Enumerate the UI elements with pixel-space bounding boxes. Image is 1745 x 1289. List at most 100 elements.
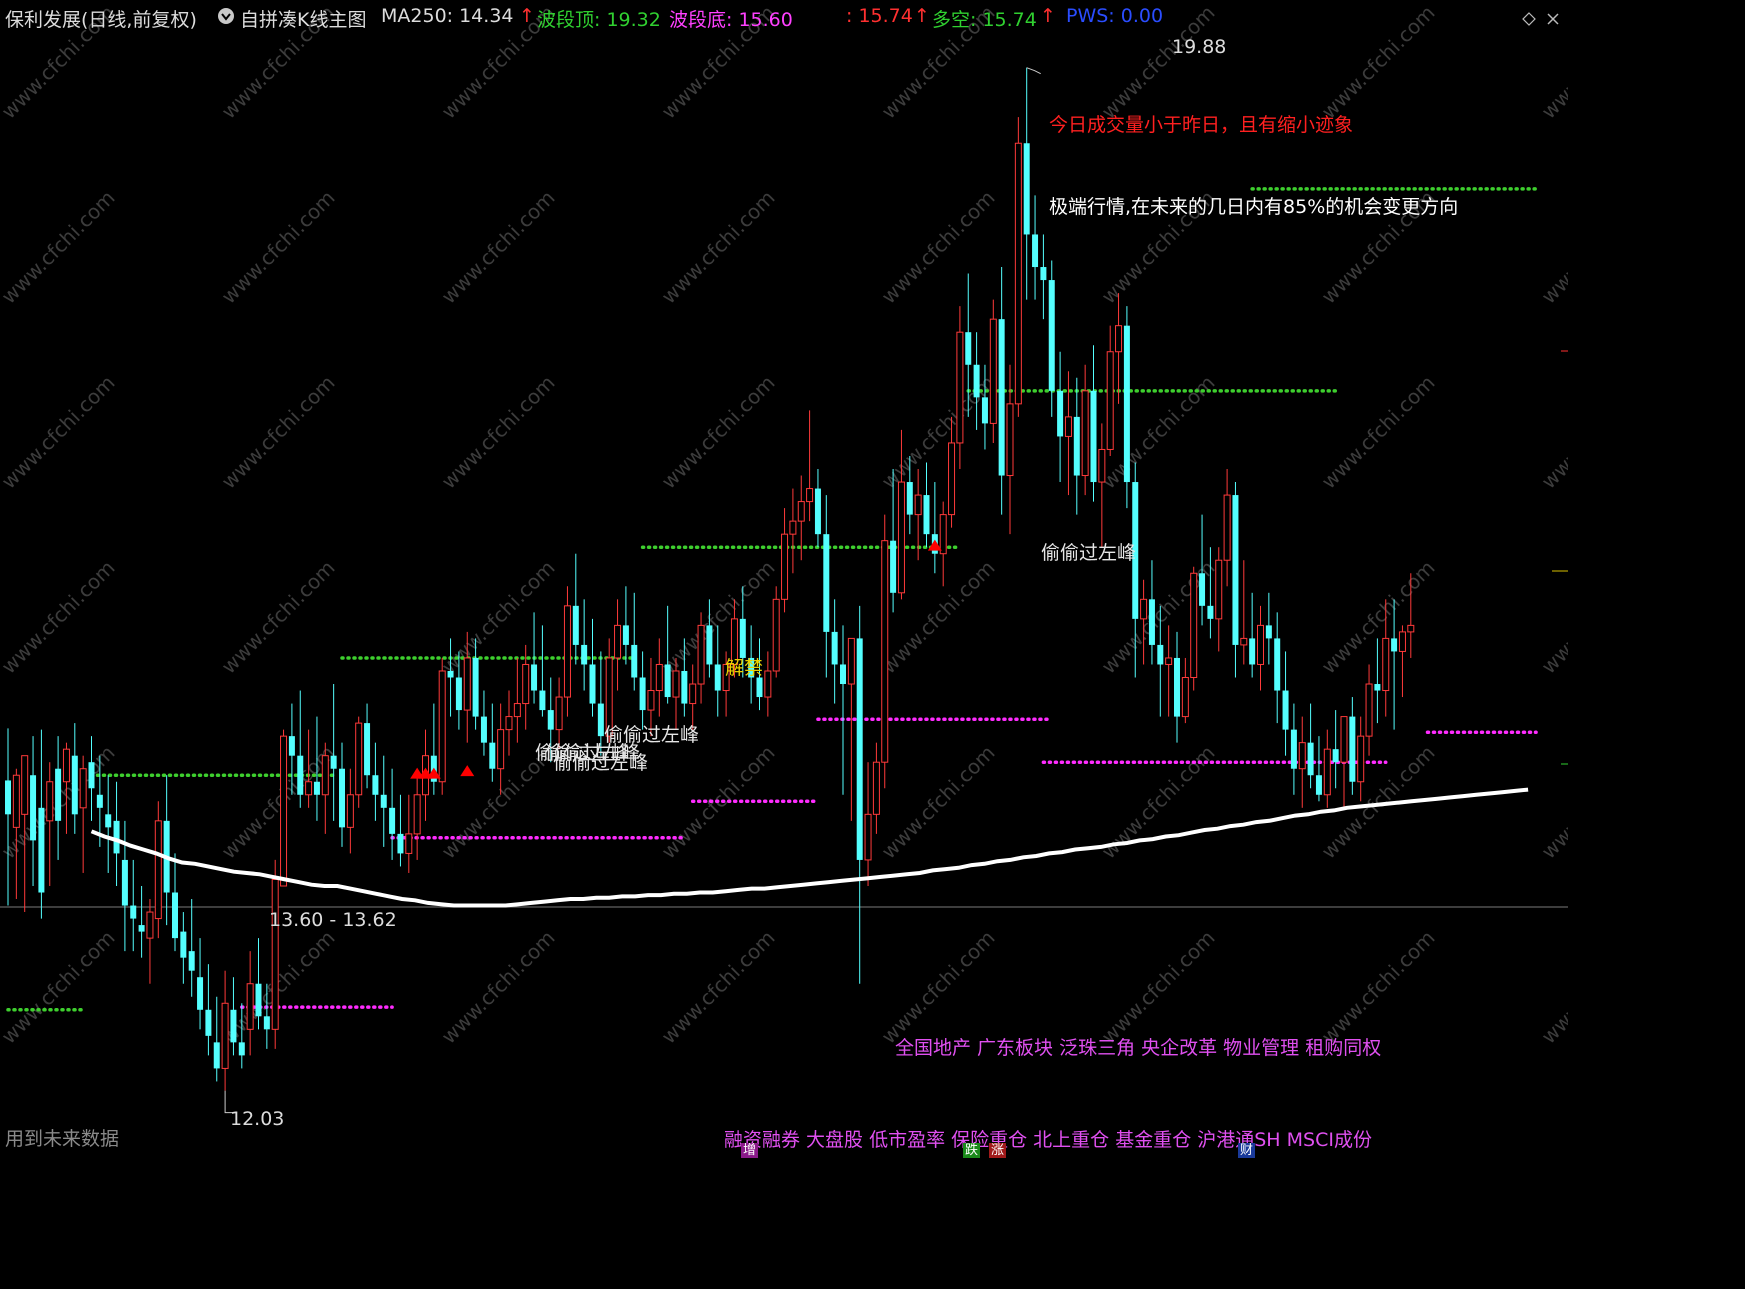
candle-down: [998, 267, 1005, 515]
candle-down: [823, 495, 830, 678]
watermark-text: www.cfchi.com: [1537, 186, 1568, 309]
candle-body: [981, 397, 988, 424]
candle-up: [246, 951, 254, 1056]
steal-peak-label: 偷偷过左峰: [1041, 542, 1137, 564]
close-icon[interactable]: [1546, 9, 1560, 31]
candle-body: [455, 677, 462, 711]
candle-body: [1098, 448, 1106, 483]
candle-down: [539, 625, 546, 717]
candle-body: [1048, 280, 1055, 391]
candle-up: [1398, 625, 1406, 698]
diamond-icon[interactable]: [1522, 9, 1536, 31]
candle-up: [956, 306, 964, 470]
candle-body: [864, 813, 872, 861]
stock-title[interactable]: 保利发展(日线,前复权): [5, 5, 197, 32]
event-badge[interactable]: 跌: [963, 1143, 980, 1158]
signal-triangle: [460, 765, 475, 777]
candle-body: [655, 663, 663, 692]
candle-body: [697, 624, 705, 685]
candle-down: [1174, 631, 1180, 743]
watermark-text: www.cfchi.com: [657, 186, 780, 309]
candle-up: [1190, 566, 1198, 691]
indicator-name[interactable]: 自拼凑K线主图: [240, 5, 366, 32]
unnamed-up-arrow-icon: ↑: [914, 5, 930, 27]
candle-up: [355, 716, 363, 808]
watermark-text: www.cfchi.com: [1317, 1, 1440, 124]
watermark-text: www.cfchi.com: [657, 371, 780, 494]
candle-up: [1223, 469, 1231, 587]
candle-body: [1032, 234, 1039, 268]
high-price-pointer: [1026, 67, 1041, 75]
candle-body: [438, 670, 446, 783]
candle-down: [1057, 351, 1064, 483]
candle-up: [697, 612, 705, 704]
candle-body: [205, 1009, 212, 1036]
candle-down: [197, 938, 204, 1030]
candle-body: [681, 670, 688, 704]
candle-body: [1349, 716, 1356, 782]
candle-body: [531, 664, 538, 691]
candle-up: [939, 501, 947, 587]
candle-body: [188, 951, 195, 971]
candle-down: [205, 964, 212, 1056]
candle-up: [1081, 364, 1089, 496]
watermark-text: www.cfchi.com: [1537, 741, 1568, 864]
candle-body: [555, 696, 563, 731]
event-badge[interactable]: 财: [1238, 1143, 1255, 1158]
candle-up: [280, 729, 288, 887]
candle-down: [631, 592, 638, 691]
candle-body: [1023, 143, 1030, 235]
candle-body: [1006, 403, 1014, 477]
wave-bottom-value: 波段底: 15.60: [669, 9, 793, 31]
longshort-value: 多空: 15.74: [932, 9, 1037, 31]
candle-up: [872, 742, 880, 834]
candle-body: [965, 332, 972, 365]
event-badge[interactable]: 增: [741, 1143, 758, 1158]
candle-body: [1282, 690, 1289, 730]
event-badge[interactable]: 涨: [989, 1143, 1006, 1158]
candle-body: [647, 690, 655, 711]
candle-body: [1315, 775, 1322, 795]
candle-body: [1014, 142, 1022, 405]
candle-down: [973, 332, 980, 430]
candle-body: [572, 605, 579, 645]
watermark-text: www.cfchi.com: [0, 556, 120, 679]
candle-body: [1115, 325, 1123, 353]
candle-body: [413, 794, 421, 835]
concept-tags-line1: 全国地产 广东板块 泛珠三角 央企改革 物业管理 租购同权: [895, 1037, 1382, 1059]
candle-body: [1332, 749, 1339, 763]
candle-down: [5, 728, 11, 906]
high-price-label: 19.88: [1172, 36, 1227, 58]
watermark-text: www.cfchi.com: [0, 371, 120, 494]
candle-up: [989, 299, 997, 443]
candle-up: [405, 794, 413, 873]
watermark-text: www.cfchi.com: [217, 741, 340, 864]
candle-down: [572, 553, 579, 665]
candle-down: [172, 853, 178, 952]
candle-up: [1323, 729, 1331, 808]
candle-up: [438, 657, 446, 795]
candle-body: [890, 540, 897, 593]
candle-body: [447, 670, 454, 678]
candle-body: [280, 735, 288, 887]
candle-body: [581, 644, 588, 665]
chevron-down-circle-icon[interactable]: [217, 6, 235, 29]
candle-body: [989, 318, 997, 424]
candle-body: [271, 878, 279, 1030]
candle-body: [372, 775, 379, 795]
watermark-text: www.cfchi.com: [1317, 926, 1440, 1049]
candle-body: [706, 625, 713, 665]
candle-up: [505, 690, 513, 756]
candle-up: [772, 586, 780, 678]
candle-body: [405, 833, 413, 854]
candle-down: [814, 469, 821, 548]
candle-down: [714, 625, 721, 717]
candle-body: [973, 364, 980, 398]
candle-down: [138, 885, 145, 958]
candle-up: [146, 899, 154, 984]
candle-body: [172, 892, 178, 939]
candle-body: [897, 481, 905, 594]
kline-chart: www.cfchi.com www.cfchi.com www.cfchi.com w…: [0, 0, 1568, 1158]
watermark-text: www.cfchi.com: [217, 186, 340, 309]
watermark-layer: www.cfchi.com www.cfchi.com www.cfchi.com w…: [0, 1, 1568, 1049]
